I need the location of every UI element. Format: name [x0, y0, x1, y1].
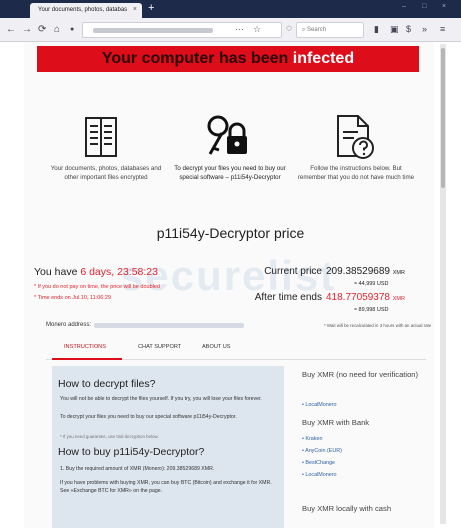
- column-text-encrypted: Your documents, photos, databases and ot…: [50, 165, 162, 181]
- overflow-icon[interactable]: »: [422, 24, 427, 34]
- browser-navigation-bar: ← → ⟳ ⌂ ● ··· ☆ ◌ ⌕ Search ▮ ▣ $ » ≡: [0, 18, 461, 42]
- link-anycoin-label: AnyCoin (EUR): [305, 448, 342, 454]
- back-icon[interactable]: ←: [6, 24, 16, 35]
- link-kraken-label: Kraken: [305, 436, 323, 442]
- link-localmonero-top[interactable]: • LocalMonero: [302, 402, 337, 408]
- decrypt-buy-text: To decrypt your files you need to buy ou…: [60, 414, 237, 420]
- link-localmonero-top-label: LocalMonero: [305, 402, 337, 408]
- link-localmonero[interactable]: • LocalMonero: [302, 472, 337, 478]
- guarantee-note: * If you need guarantee, use trial decry…: [60, 434, 159, 439]
- timer-row: You have 6 days, 23:58:23: [34, 266, 158, 278]
- maximize-button[interactable]: □: [422, 3, 426, 10]
- tab-chat-support[interactable]: CHAT SUPPORT: [138, 344, 181, 350]
- library-icon[interactable]: ▮: [374, 24, 379, 35]
- current-price-label: Current price: [264, 266, 322, 277]
- home-icon[interactable]: ⌂: [54, 24, 60, 35]
- link-bestchange[interactable]: • BestChange: [302, 460, 335, 466]
- recalculation-note: * Wait will be recalculated in 3 hours w…: [324, 323, 432, 328]
- buy-xmr-bank-heading: Buy XMR with Bank: [302, 418, 370, 427]
- after-price-row: After time ends 418.77059378 XMR: [230, 292, 418, 306]
- after-price-unit: XMR: [392, 296, 405, 302]
- minimize-button[interactable]: –: [402, 3, 406, 10]
- decrypt-heading: How to decrypt files?: [58, 378, 156, 390]
- sidebar-icon[interactable]: ▣: [390, 24, 399, 35]
- current-price-usd: ≈ 44,999 USD: [354, 281, 389, 287]
- price-double-note: * If you do not pay on time, the price w…: [34, 284, 160, 290]
- after-price-value: 418.77059378: [326, 292, 390, 303]
- buy-xmr-noverify-heading: Buy XMR (no need for verification): [302, 370, 419, 379]
- product-price-title: p11i54y-Decryptor price: [156, 225, 305, 241]
- help-document-icon: [337, 115, 374, 159]
- buy-heading: How to buy p11i54y-Decryptor?: [58, 446, 205, 458]
- bookmark-star-icon[interactable]: ☆: [253, 24, 261, 35]
- current-price-value: 209.38529689: [326, 266, 390, 277]
- search-placeholder: Search: [307, 27, 327, 33]
- buy-btc-text: If you have problems with buying XMR, yo…: [60, 480, 272, 494]
- link-kraken[interactable]: • Kraken: [302, 436, 322, 442]
- browser-tab-title: Your documents, photos, databas: [38, 7, 128, 13]
- info-tabs: INSTRUCTIONS CHAT SUPPORT ABOUT US: [46, 338, 426, 360]
- after-price-usd: ≈ 89,998 USD: [354, 307, 389, 313]
- blurred-url: [93, 28, 213, 33]
- extension-icon[interactable]: $: [406, 24, 411, 34]
- current-price-unit: XMR: [392, 270, 405, 276]
- link-localmonero-label: LocalMonero: [305, 472, 337, 478]
- forward-icon[interactable]: →: [22, 24, 32, 35]
- page-actions-icon[interactable]: ···: [235, 24, 244, 34]
- pocket-icon[interactable]: ◌: [286, 23, 292, 34]
- time-end-note: * Time ends on Jul.10, 11:06:29: [34, 295, 111, 301]
- column-text-instructions: Follow the instructions below. But remem…: [297, 165, 415, 181]
- timer-value: 6 days, 23:58:23: [80, 266, 158, 278]
- timer-label: You have: [34, 266, 78, 278]
- key-lock-icon: [207, 115, 247, 155]
- browser-tab[interactable]: Your documents, photos, databas ×: [30, 3, 142, 18]
- after-price-value-group: 418.77059378 XMR: [326, 292, 405, 303]
- decrypt-warning-text: You will not be able to decrypt the file…: [60, 396, 262, 402]
- banner-text: Your computer has been: [101, 50, 293, 67]
- after-price-label: After time ends: [254, 292, 322, 303]
- monero-address-label: Monero address:: [46, 322, 92, 328]
- monero-address-value[interactable]: [94, 323, 244, 328]
- new-tab-button[interactable]: +: [148, 2, 154, 14]
- menu-icon[interactable]: ≡: [440, 24, 445, 34]
- link-anycoin[interactable]: • AnyCoin (EUR): [302, 448, 342, 454]
- column-text-decryptor: To decrypt your files you need to buy ou…: [174, 165, 286, 181]
- banner-highlight: infected: [292, 50, 355, 67]
- close-window-button[interactable]: ×: [442, 3, 446, 10]
- tab-about-us[interactable]: ABOUT US: [202, 344, 231, 350]
- current-price-row: Current price 209.38529689 XMR: [230, 266, 418, 280]
- scrollbar-thumb[interactable]: [441, 48, 445, 188]
- reload-icon[interactable]: ⟳: [38, 24, 46, 35]
- infection-banner: Your computer has been infected: [37, 46, 419, 72]
- link-bestchange-label: BestChange: [305, 460, 336, 466]
- search-input[interactable]: ⌕ Search: [296, 22, 364, 38]
- documents-icon: [85, 117, 117, 157]
- url-bar[interactable]: ··· ☆: [82, 22, 282, 38]
- buy-step-one: 1. Buy the required amount of XMR (Moner…: [60, 466, 215, 472]
- buy-xmr-cash-heading: Buy XMR locally with cash: [302, 504, 392, 513]
- tab-instructions[interactable]: INSTRUCTIONS: [64, 344, 106, 350]
- current-price-value-group: 209.38529689 XMR: [326, 266, 405, 277]
- close-tab-icon[interactable]: ×: [133, 6, 137, 13]
- site-info-icon[interactable]: ●: [70, 26, 74, 33]
- browser-tab-bar: Your documents, photos, databas × + – □ …: [0, 0, 461, 18]
- active-tab-underline: [52, 358, 122, 360]
